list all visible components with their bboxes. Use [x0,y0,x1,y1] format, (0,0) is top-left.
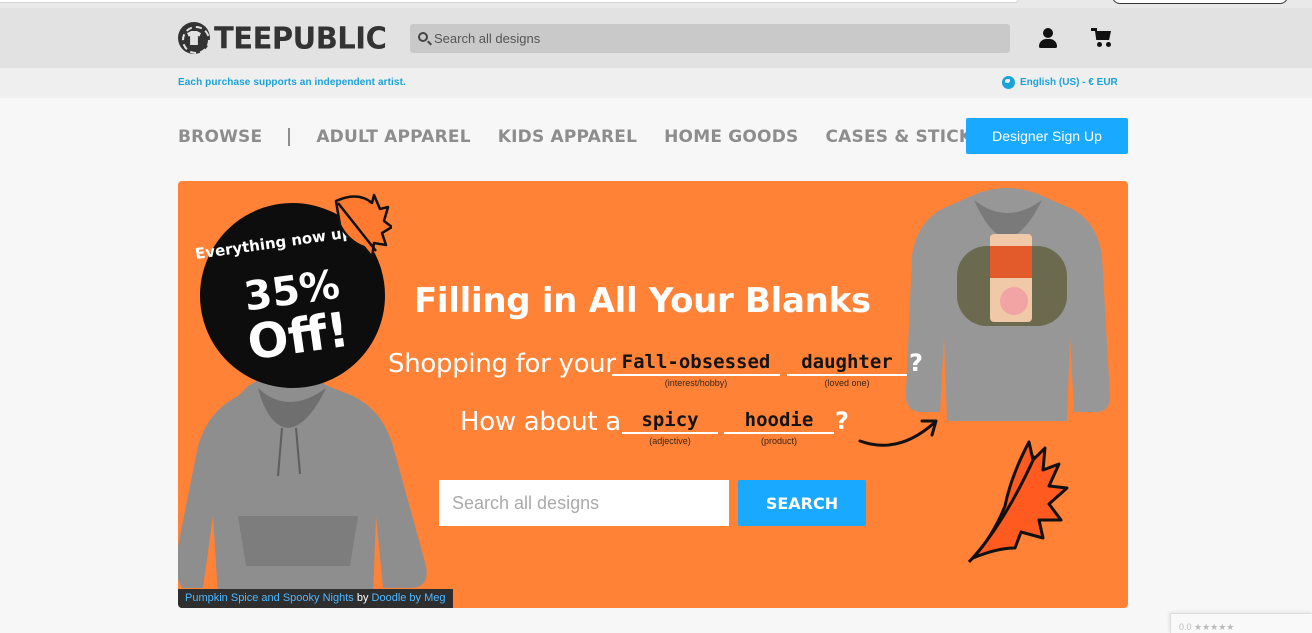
madlib-line-2: How about a spicy (adjective) hoodie (pr… [460,405,880,449]
blank-hint-loved-one: (loved one) [824,378,870,388]
promo-banner[interactable]: Everything now up to 35% Off! Filling in… [178,181,1128,608]
locale-selector[interactable]: English (US) - € EUR [1002,76,1118,89]
banner-search-button[interactable]: SEARCH [738,480,866,526]
nav-kids-apparel[interactable]: KIDS APPAREL [498,127,637,147]
nav-adult-apparel[interactable]: ADULT APPAREL [316,127,470,147]
teepublic-logo[interactable]: TEEPUBLIC [178,20,387,56]
browser-top-strip [0,0,1312,8]
madlib-prefix-2: How about a [460,407,621,437]
credit-by: by [356,592,369,604]
main-nav: BROWSE ADULT APPAREL KIDS APPAREL HOME G… [178,126,1010,148]
madlib-line-1: Shopping for your Fall-obsessed (interes… [388,349,928,389]
blank-word-adjective: spicy [622,409,718,434]
search-icon [418,32,428,42]
logo-shirt-icon [178,22,210,54]
recaptcha-widget[interactable]: 0.0 ★★★★★ [1170,613,1312,633]
header-search-input[interactable] [434,24,994,53]
header-search [410,24,1010,53]
info-strip: Each purchase supports an independent ar… [0,68,1312,98]
madlib-blank-interest: Fall-obsessed (interest/hobby) [612,351,780,388]
globe-icon [1002,76,1015,89]
blank-hint-product: (product) [760,436,797,446]
logo-text: TEEPUBLIC [214,20,387,56]
banner-headline: Filling in All Your Blanks [414,281,871,321]
designer-signup-button[interactable]: Designer Sign Up [966,118,1128,154]
tagline: Each purchase supports an independent ar… [178,77,406,88]
browser-pill-button[interactable] [1112,0,1288,4]
banner-search-input[interactable] [439,480,729,526]
shopping-cart-icon[interactable] [1091,28,1113,48]
madlib-blank-product: hoodie (product) [724,409,834,446]
blank-word-loved-one: daughter [787,351,907,376]
nav-divider [288,128,291,146]
blank-hint-interest: (interest/hobby) [664,378,728,388]
gray-hoodie-image-left [178,373,427,596]
madlib-qmark-1: ? [909,349,923,377]
design-credit: Pumpkin Spice and Spooky Nights by Doodl… [178,589,453,608]
blank-word-interest: Fall-obsessed [612,351,780,376]
site-header: TEEPUBLIC [0,8,1312,68]
blank-word-product: hoodie [724,409,834,434]
user-account-icon[interactable] [1038,28,1058,48]
madlib-blank-adjective: spicy (adjective) [622,409,718,446]
madlib-qmark-2: ? [835,407,849,435]
curved-arrow-icon [858,419,938,447]
madlib-blank-loved-one: daughter (loved one) [787,351,907,388]
madlib-prefix-1: Shopping for your [388,349,616,379]
nav-browse[interactable]: BROWSE [178,127,262,147]
blank-hint-adjective: (adjective) [649,436,691,446]
address-bar[interactable] [0,0,1018,3]
autumn-leaf-icon [334,193,392,259]
locale-label: English (US) - € EUR [1020,77,1118,88]
credit-artist-link[interactable]: Doodle by Meg [372,592,446,604]
credit-design-link[interactable]: Pumpkin Spice and Spooky Nights [185,592,354,604]
large-autumn-leaf-icon [967,440,1069,564]
nav-home-goods[interactable]: HOME GOODS [664,127,798,147]
gray-hoodie-image-right [905,188,1110,421]
